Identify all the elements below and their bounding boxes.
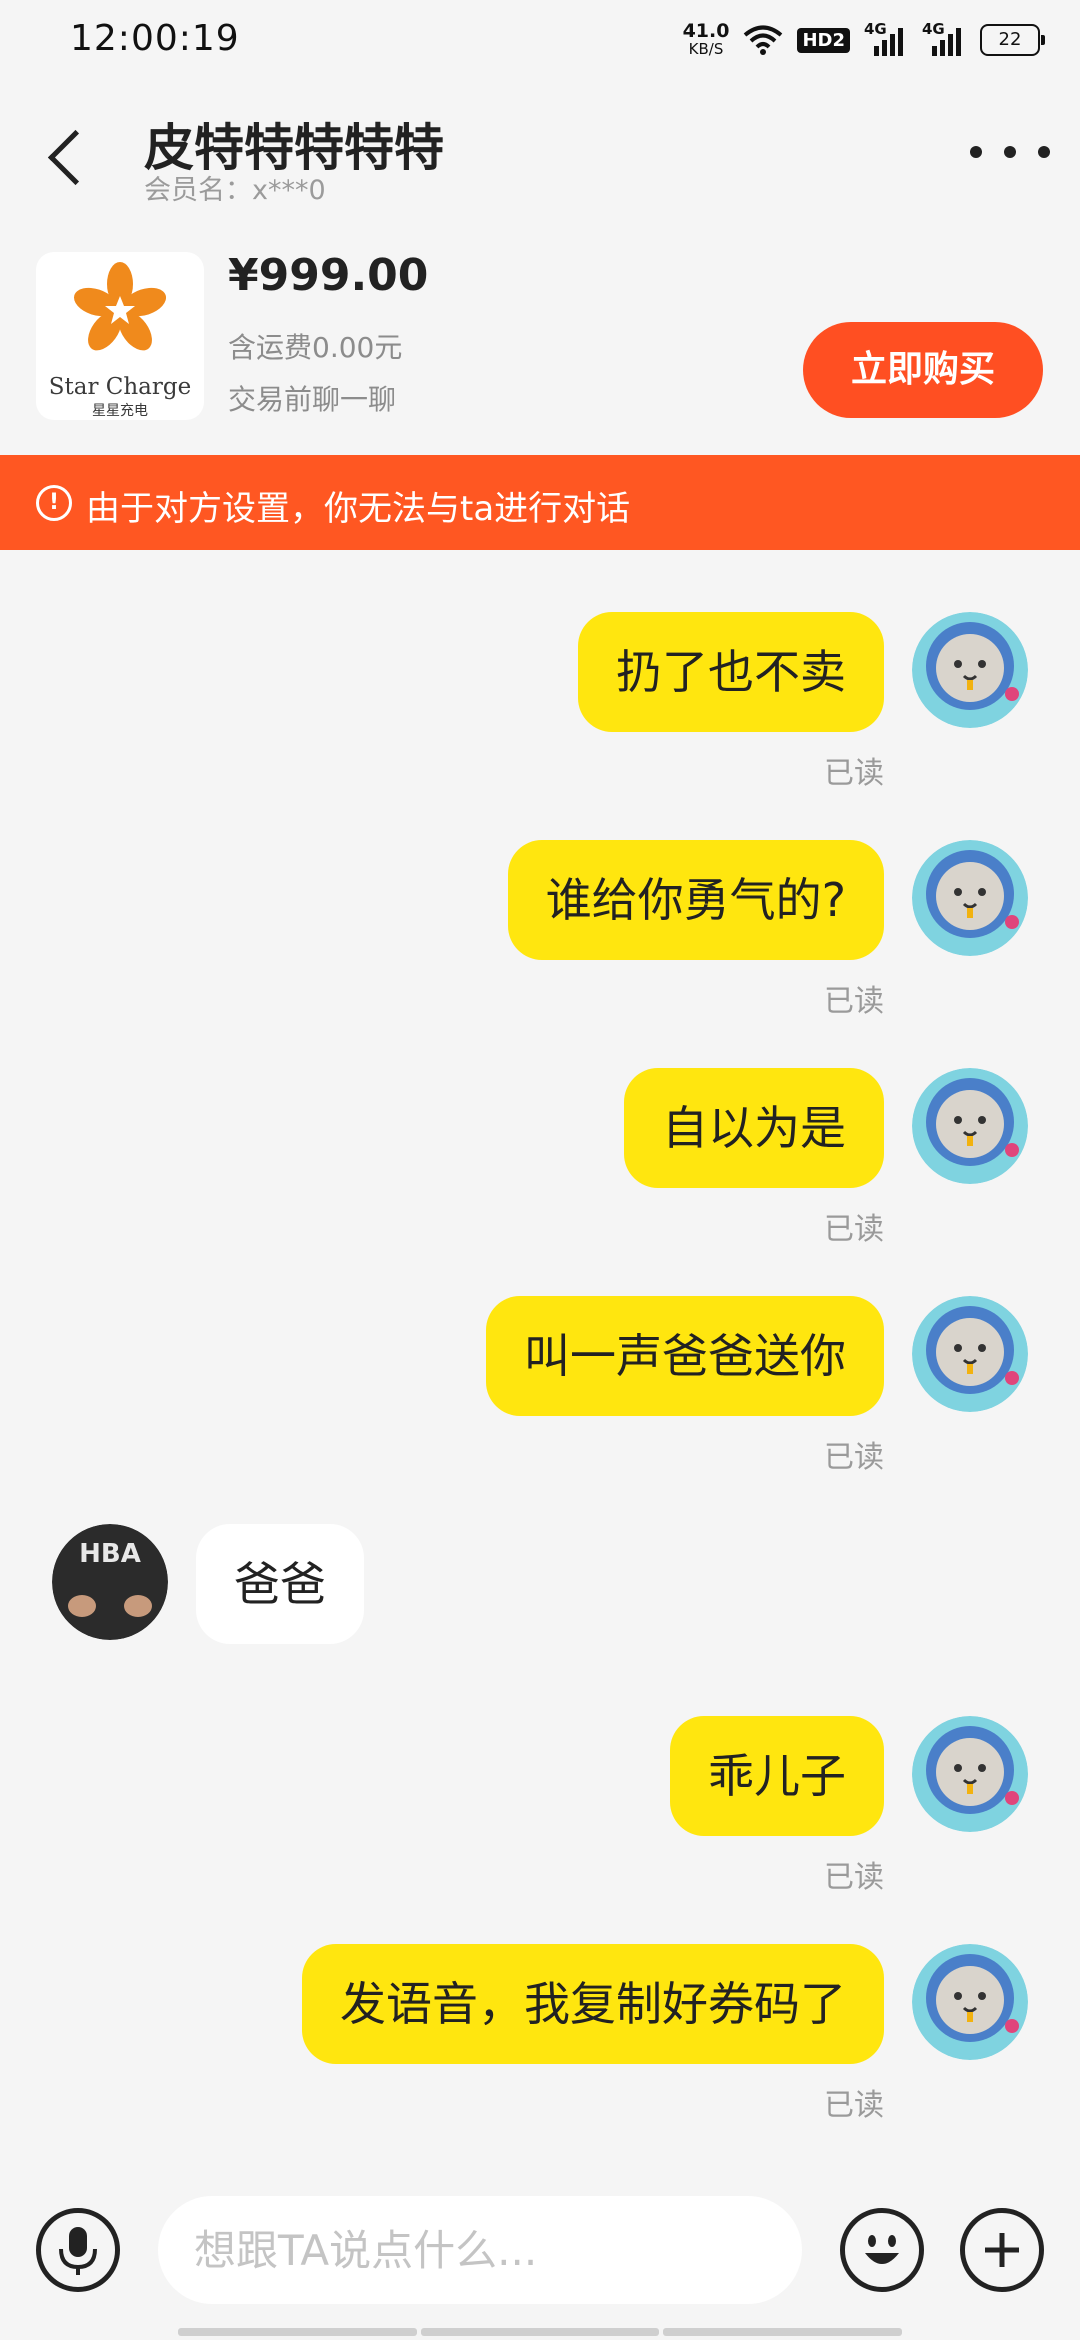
hba-avatar-icon: HBA [52, 1524, 168, 1640]
read-status: 已读 [824, 756, 884, 791]
network-speed-value: 41.0 [682, 20, 730, 42]
status-bar: 12:00:19 41.0 KB/S HD2 4G 4G 22 [0, 0, 1080, 80]
status-time: 12:00:19 [70, 18, 240, 59]
star-charge-logo-icon [73, 262, 167, 351]
cat-avatar-icon [912, 1068, 1028, 1184]
member-name: 会员名：x***0 [144, 175, 326, 206]
my-avatar[interactable] [912, 1944, 1028, 2060]
read-status: 已读 [824, 1860, 884, 1895]
wifi-icon [744, 25, 783, 55]
mic-button[interactable] [36, 2208, 120, 2292]
my-avatar[interactable] [912, 612, 1028, 728]
my-message-bubble[interactable]: 扔了也不卖 [578, 612, 884, 732]
plus-icon [985, 2233, 1019, 2267]
read-status: 已读 [824, 984, 884, 1019]
cat-avatar-icon [912, 612, 1028, 728]
my-message-bubble[interactable]: 谁给你勇气的? [507, 840, 884, 960]
other-user-avatar[interactable]: HBA [52, 1524, 168, 1640]
my-avatar[interactable] [912, 1296, 1028, 1412]
back-arrow-icon[interactable] [40, 120, 96, 196]
hd-icon: HD2 [797, 27, 850, 53]
signal-icon: 4G [864, 20, 908, 58]
my-avatar[interactable] [912, 1716, 1028, 1832]
emoji-icon [865, 2235, 899, 2264]
my-avatar[interactable] [912, 1068, 1028, 1184]
product-brand-cn: 星星充电 [92, 403, 148, 419]
battery-icon: 22 [980, 24, 1045, 56]
home-indicator [178, 2328, 903, 2336]
message-input[interactable] [158, 2196, 802, 2304]
cat-avatar-icon [912, 1944, 1028, 2060]
more-icon[interactable] [970, 132, 1050, 172]
product-price: ¥999.00 [228, 250, 429, 301]
product-brand: Star Charge [48, 374, 192, 400]
product-chat-hint: 交易前聊一聊 [228, 383, 397, 416]
input-bar [0, 2180, 1080, 2340]
read-status: 已读 [824, 2088, 884, 2123]
alert-icon: ! [36, 485, 72, 521]
product-shipping: 含运费0.00元 [228, 331, 403, 364]
restriction-banner: ! 由于对方设置，你无法与ta进行对话 [0, 455, 1080, 550]
cat-avatar-icon [912, 1716, 1028, 1832]
buy-now-button[interactable]: 立即购买 [803, 322, 1043, 418]
read-status: 已读 [824, 1212, 884, 1247]
my-message-bubble[interactable]: 叫一声爸爸送你 [486, 1296, 884, 1416]
svg-text:HBA: HBA [79, 1539, 141, 1569]
emoji-button[interactable] [840, 2208, 924, 2292]
cat-avatar-icon [912, 1296, 1028, 1412]
network-speed: 41.0 KB/S [682, 20, 730, 59]
network-speed-unit: KB/S [688, 40, 724, 58]
signal-icon: 4G [922, 20, 966, 58]
my-avatar[interactable] [912, 840, 1028, 956]
product-thumbnail[interactable]: Star Charge 星星充电 [36, 252, 204, 420]
restriction-text: 由于对方设置，你无法与ta进行对话 [86, 489, 631, 529]
my-message-bubble[interactable]: 发语音，我复制好券码了 [302, 1944, 884, 2064]
read-status: 已读 [824, 1440, 884, 1475]
plus-button[interactable] [960, 2208, 1044, 2292]
my-message-bubble[interactable]: 乖儿子 [670, 1716, 884, 1836]
my-message-bubble[interactable]: 自以为是 [624, 1068, 884, 1188]
status-icons: 41.0 KB/S HD2 4G 4G 22 [682, 18, 1045, 62]
cat-avatar-icon [912, 840, 1028, 956]
mic-icon [59, 2227, 97, 2275]
their-message-bubble[interactable]: 爸爸 [196, 1524, 364, 1644]
chat-header: 皮特特特特特 会员名：x***0 [0, 80, 1080, 210]
product-card[interactable]: Star Charge 星星充电 ¥999.00 含运费0.00元 交易前聊一聊… [0, 230, 1080, 455]
